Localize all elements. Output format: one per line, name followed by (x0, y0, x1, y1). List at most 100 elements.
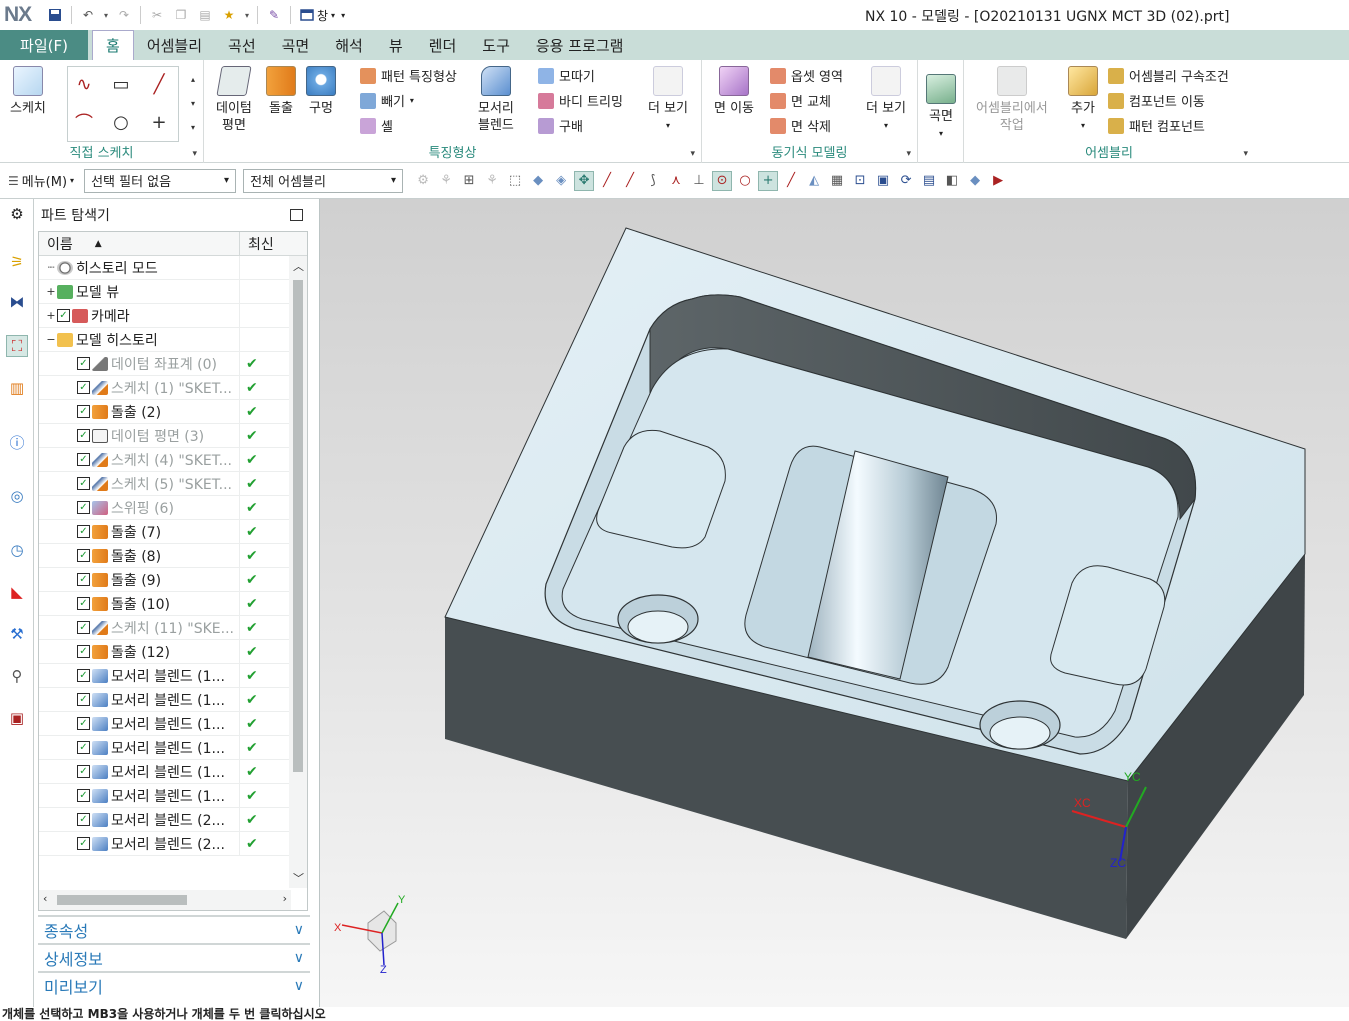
type-filter-select[interactable]: 선택 필터 없음 ▾ (84, 168, 237, 193)
fit-view-icon[interactable]: ⊡ (850, 171, 870, 191)
tree-node[interactable]: − 모델 히스토리 (39, 327, 307, 352)
tree-node[interactable]: + ✓ 카메라 (39, 303, 307, 328)
horizontal-scroll-thumb[interactable] (57, 895, 187, 905)
delete-face-button[interactable]: 면 삭제 (770, 116, 831, 135)
existing-point-icon[interactable]: + (758, 170, 779, 191)
edge-blend-button[interactable]: 모서리 블렌드 (478, 66, 514, 134)
gallery-expand-icon[interactable]: ▾ (182, 116, 204, 138)
tab-home[interactable]: 홈 (92, 30, 134, 60)
visibility-checkbox[interactable]: ✓ (77, 525, 90, 538)
tab-file[interactable]: 파일(F) (0, 30, 88, 60)
tree-node[interactable]: ✓ 스케치 (11) "SKE... ✔ (39, 615, 307, 640)
show-hide-icon[interactable]: ▶ (988, 171, 1008, 191)
move-component-button[interactable]: 컴포넌트 이동 (1108, 91, 1205, 110)
web-browser-icon[interactable]: ⓘ (6, 431, 28, 453)
visibility-checkbox[interactable]: ✓ (77, 645, 90, 658)
line-icon[interactable]: ╱ (148, 73, 170, 95)
repeat-dropdown-icon[interactable]: ▾ (242, 4, 252, 26)
group-options-icon[interactable]: ▾ (906, 149, 911, 159)
arc-icon[interactable]: ⌒ (73, 111, 95, 134)
chamfer-button[interactable]: 모따기 (538, 66, 595, 85)
rectangle-select-icon[interactable]: ⬚ (505, 171, 525, 191)
point-on-face-icon[interactable]: ╱ (781, 171, 801, 191)
gallery-scroll-down-icon[interactable]: ▾ (182, 92, 204, 114)
undo-dropdown-icon[interactable]: ▾ (101, 4, 111, 26)
visibility-checkbox[interactable]: ✓ (77, 813, 90, 826)
maximize-icon[interactable] (290, 209, 303, 221)
move-face-button[interactable]: 면 이동 (714, 66, 754, 117)
part-navigator-icon[interactable]: ⛶ (6, 335, 28, 357)
bounded-grid-icon[interactable]: ◭ (804, 171, 824, 191)
arc-center-icon[interactable]: ⊥ (689, 171, 709, 191)
visibility-checkbox[interactable]: ✓ (77, 669, 90, 682)
point-on-curve-icon[interactable]: ○ (735, 171, 755, 191)
tab-render[interactable]: 렌더 (416, 30, 470, 60)
tab-application[interactable]: 응용 프로그램 (523, 30, 637, 60)
offset-region-button[interactable]: 옵셋 영역 (770, 66, 843, 85)
tab-assembly[interactable]: 어셈블리 (134, 30, 215, 60)
visibility-checkbox[interactable]: ✓ (77, 741, 90, 754)
draft-button[interactable]: 구배 (538, 116, 583, 135)
assembly-constraints-button[interactable]: 어셈블리 구속조건 (1108, 66, 1229, 85)
settings-icon[interactable]: ⚙ (6, 203, 28, 225)
add-component-button[interactable]: 추가 ▾ (1068, 66, 1098, 134)
extrude-button[interactable]: 돌출 (266, 66, 296, 117)
subtract-button[interactable]: 빼기 ▾ (360, 91, 414, 110)
rotate-view-icon[interactable]: ⟳ (896, 171, 916, 191)
intersection-point-icon[interactable]: ⋏ (666, 171, 686, 191)
visibility-checkbox[interactable]: ✓ (77, 357, 90, 370)
group-options-icon[interactable]: ▾ (1243, 149, 1248, 159)
tree-node[interactable]: ✓ 돌출 (7) ✔ (39, 519, 307, 544)
visibility-checkbox[interactable]: ✓ (77, 837, 90, 850)
shell-button[interactable]: 셸 (360, 116, 393, 135)
paste-icon[interactable]: ▤ (194, 4, 216, 26)
expand-toggle-icon[interactable]: − (45, 333, 57, 346)
trim-body-button[interactable]: 바디 트리밍 (538, 91, 623, 110)
model-view[interactable]: XC YC ZC X Y Z (320, 199, 1349, 1007)
profile-icon[interactable]: ∿ (73, 73, 95, 95)
customize-icon[interactable]: ▾ (341, 11, 345, 20)
component-filter-icon[interactable]: ⚙ (413, 171, 433, 191)
scroll-down-icon[interactable]: ﹀ (293, 870, 304, 886)
visibility-checkbox[interactable]: ✓ (77, 717, 90, 730)
snap-enable-icon[interactable]: ✥ (574, 170, 595, 191)
grid-icon[interactable]: ▦ (827, 171, 847, 191)
work-layer-icon[interactable]: ◆ (965, 171, 985, 191)
tree-node[interactable]: ✓ 모서리 블렌드 (2... ✔ (39, 807, 307, 832)
tree-node[interactable]: ✓ 모서리 블렌드 (1... ✔ (39, 687, 307, 712)
sketch-button[interactable]: 스케치 (10, 66, 46, 117)
visibility-checkbox[interactable]: ✓ (77, 501, 90, 514)
surface-button[interactable]: 곡면 ▾ (926, 74, 956, 142)
panel-dependencies[interactable]: 종속성 ∨ (38, 915, 310, 942)
selection-scope-select[interactable]: 전체 어셈블리 ▾ (243, 168, 404, 193)
rectangle-icon[interactable]: ▭ (110, 73, 132, 95)
tree-node[interactable]: ✓ 데이텀 평면 (3) ✔ (39, 423, 307, 448)
visibility-checkbox[interactable]: ✓ (77, 453, 90, 466)
menu-button[interactable]: ☰ 메뉴(M) ▾ (8, 171, 74, 191)
tab-view[interactable]: 뷰 (376, 30, 416, 60)
visibility-checkbox[interactable]: ✓ (77, 381, 90, 394)
tree-node[interactable]: ✓ 모서리 블렌드 (1... ✔ (39, 735, 307, 760)
feature-selection-icon[interactable]: ⚘ (482, 171, 502, 191)
quadrant-point-icon[interactable]: ⊙ (712, 170, 733, 191)
sync-more-button[interactable]: 더 보기 ▾ (866, 66, 906, 134)
tab-tools[interactable]: 도구 (469, 30, 523, 60)
assembly-navigator-icon[interactable]: ⚞ (6, 251, 28, 273)
select-body-icon[interactable]: ◆ (528, 171, 548, 191)
undo-icon[interactable]: ↶ (77, 4, 99, 26)
scroll-up-icon[interactable]: ︿ (293, 258, 304, 274)
vertical-scrollbar[interactable]: ︿ ﹀ (289, 256, 307, 888)
visibility-checkbox[interactable]: ✓ (77, 765, 90, 778)
redo-icon[interactable]: ↷ (113, 4, 135, 26)
window-menu[interactable]: 창 ▾ ▾ (300, 7, 345, 24)
end-point-icon[interactable]: ╱ (597, 171, 617, 191)
visibility-checkbox[interactable]: ✓ (77, 477, 90, 490)
tree-node[interactable]: ✓ 모서리 블렌드 (1... ✔ (39, 663, 307, 688)
visibility-checkbox[interactable]: ✓ (77, 573, 90, 586)
scroll-left-icon[interactable]: ‹ (43, 892, 47, 905)
horizontal-scrollbar[interactable]: ‹ › (39, 890, 291, 910)
tree-node[interactable]: ✓ 모서리 블렌드 (1... ✔ (39, 711, 307, 736)
group-options-icon[interactable]: ▾ (690, 149, 695, 159)
tree-node[interactable]: ✓ 스케치 (1) "SKET... ✔ (39, 375, 307, 400)
tree-node[interactable]: ✓ 돌출 (9) ✔ (39, 567, 307, 592)
